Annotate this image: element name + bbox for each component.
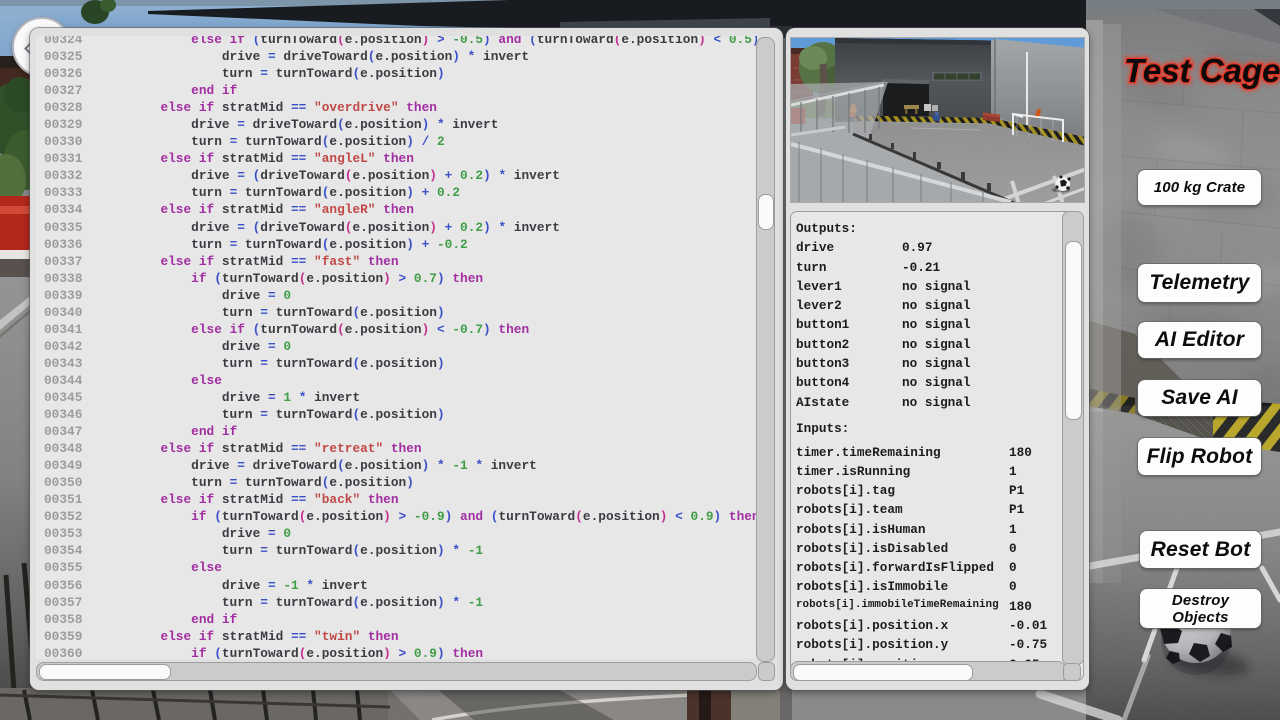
svg-text:Test Cage: Test Cage — [1124, 52, 1280, 89]
